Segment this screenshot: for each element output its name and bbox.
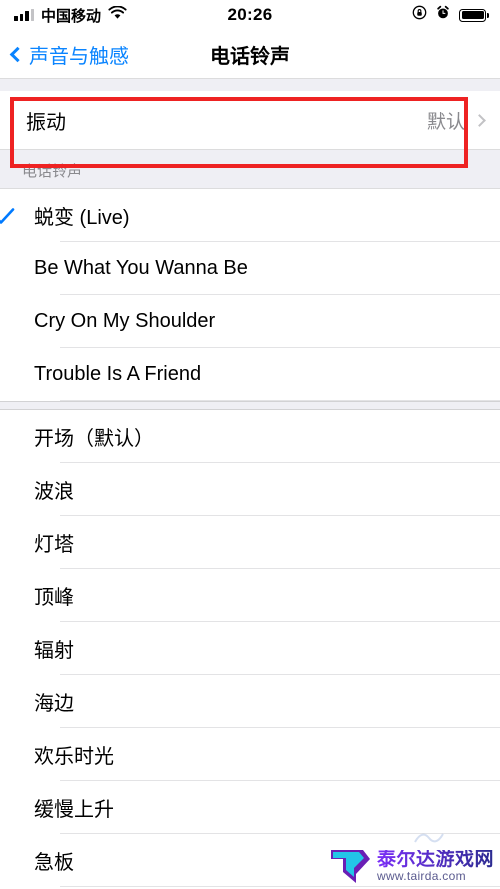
ringtone-row[interactable]: 灯塔 (0, 516, 500, 569)
section-header-ringtones: 电话铃声 (0, 149, 500, 189)
ringtone-list-custom: 蜕变 (Live) Be What You Wanna Be Cry On My S… (0, 189, 500, 401)
status-bar: 中国移动 20:26 (0, 0, 500, 30)
row-separator (60, 400, 500, 401)
ringtone-label: 海边 (34, 693, 74, 715)
vibration-row[interactable]: 振动 默认 (0, 91, 500, 149)
back-button[interactable]: 声音与触感 (0, 40, 129, 69)
ringtone-label: 顶峰 (34, 587, 74, 609)
ringtone-label: 缓慢上升 (34, 799, 114, 821)
ringtone-label: 开场（默认） (34, 428, 154, 450)
chevron-left-icon (9, 46, 26, 62)
navigation-bar: 声音与触感 电话铃声 (0, 30, 500, 79)
ringtone-row[interactable]: 欢乐时光 (0, 728, 500, 781)
ringtone-row[interactable]: 波浪 (0, 463, 500, 516)
ringtone-row[interactable]: 蜕变 (Live) (0, 189, 500, 242)
battery-icon (459, 8, 489, 22)
phone-screen: 中国移动 20:26 声音与触感 电话铃声 振动 默认 电话铃声 蜕变 (Liv… (0, 0, 500, 889)
ringtone-row[interactable]: Trouble Is A Friend (0, 348, 500, 401)
ringtone-row[interactable]: 辐射 (0, 622, 500, 675)
ringtone-label: Cry On My Shoulder (34, 310, 216, 332)
list-group-divider (0, 401, 500, 410)
alarm-clock-icon (436, 5, 450, 25)
ringtone-label: 急板 (34, 852, 74, 874)
row-separator (60, 886, 500, 887)
watermark-url: www.tairda.com (376, 868, 466, 883)
top-group-spacer (0, 79, 500, 91)
ringtone-row[interactable]: 缓慢上升 (0, 781, 500, 834)
ringtone-row[interactable]: 海边 (0, 675, 500, 728)
ringtone-list-system: 开场（默认） 波浪灯塔顶峰辐射海边欢乐时光缓慢上升急板 (0, 410, 500, 887)
ringtone-row[interactable]: Cry On My Shoulder (0, 295, 500, 348)
ringtone-row[interactable]: 开场（默认） (0, 410, 500, 463)
checkmark-icon (0, 207, 34, 225)
watermark-logo-icon (330, 850, 370, 883)
ringtone-label: Trouble Is A Friend (34, 363, 202, 385)
watermark-swoosh-icon (414, 833, 444, 843)
ringtone-label: Be What You Wanna Be (34, 257, 248, 279)
vibration-group: 振动 默认 (0, 91, 500, 149)
ringtone-label: 灯塔 (34, 534, 74, 556)
rotation-lock-icon (412, 5, 427, 25)
ringtone-row[interactable]: 顶峰 (0, 569, 500, 622)
watermark-title: 泰尔达游戏网 (376, 848, 494, 870)
ringtone-label: 蜕变 (Live) (34, 207, 130, 229)
chevron-right-icon (473, 113, 486, 127)
ringtone-label: 波浪 (34, 481, 74, 503)
ringtone-row[interactable]: Be What You Wanna Be (0, 242, 500, 295)
watermark-text: 泰尔达游戏网 www.tairda.com (376, 848, 494, 883)
ringtone-label: 欢乐时光 (34, 746, 114, 768)
back-button-label: 声音与触感 (29, 45, 129, 68)
status-bar-right (412, 5, 489, 25)
ringtone-label: 辐射 (34, 640, 74, 662)
vibration-value: 默认 (426, 111, 465, 133)
vibration-label: 振动 (26, 111, 66, 134)
watermark: 泰尔达游戏网 www.tairda.com (329, 847, 494, 885)
